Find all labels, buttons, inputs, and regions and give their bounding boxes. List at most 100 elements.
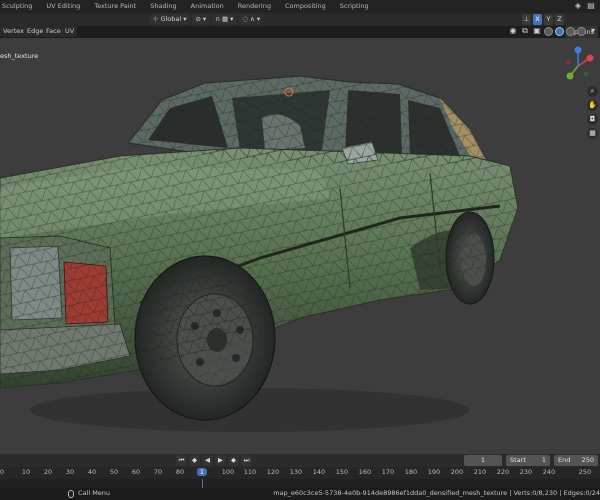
- zoom-icon[interactable]: ⌕: [587, 86, 598, 97]
- current-frame-field[interactable]: 1: [464, 455, 502, 466]
- snap-target-icon: ▦: [221, 15, 229, 23]
- menu-vertex[interactable]: Vertex: [0, 26, 27, 37]
- axis-toggle-x[interactable]: X: [533, 14, 542, 25]
- axis-toggle-left[interactable]: ⊥: [522, 14, 531, 25]
- tick-label: 80: [175, 468, 185, 476]
- 3d-viewport[interactable]: esh_texture ⌕ ✋ ◘ ▦: [0, 38, 600, 454]
- timeline-track[interactable]: [0, 479, 600, 488]
- chevron-down-icon: ▾: [202, 15, 207, 23]
- shading-material-button[interactable]: [566, 26, 575, 36]
- menu-face[interactable]: Face: [43, 26, 64, 37]
- tire-wireframe: [135, 256, 275, 420]
- axis-toggle-y[interactable]: Y: [544, 14, 553, 25]
- workspace-tabs-bar: Sculpting UV Editing Texture Paint Shadi…: [0, 0, 600, 13]
- tab-shading[interactable]: Shading: [143, 0, 183, 13]
- tick-label: 250: [578, 468, 592, 476]
- proportional-edit-toggle[interactable]: ◌ ∧ ▾: [239, 14, 264, 25]
- end-label: End: [558, 456, 571, 464]
- tick-label: 200: [450, 468, 464, 476]
- navigation-gizmo[interactable]: [560, 46, 596, 82]
- tab-compositing[interactable]: Compositing: [278, 0, 333, 13]
- jump-keyframe-forward-icon[interactable]: ◆: [228, 455, 239, 466]
- tick-label: 100: [221, 468, 235, 476]
- tick-label: 60: [131, 468, 141, 476]
- navigation-buttons: ⌕ ✋ ◘ ▦: [587, 86, 598, 139]
- camera-icon[interactable]: ◘: [587, 114, 598, 125]
- xray-icon[interactable]: ▣: [532, 26, 542, 36]
- gizmo-y-axis[interactable]: [566, 72, 574, 80]
- frame-ruler[interactable]: 0 10 20 30 40 50 60 70 80 1 100 110 120 …: [0, 467, 600, 479]
- tab-rendering[interactable]: Rendering: [231, 0, 278, 13]
- shading-rendered-button[interactable]: [577, 26, 586, 36]
- hand-icon[interactable]: ✋: [587, 100, 598, 111]
- start-value: 1: [541, 456, 546, 464]
- jump-keyframe-back-icon[interactable]: ◆: [189, 455, 200, 466]
- play-reverse-icon[interactable]: ◀: [202, 455, 213, 466]
- transform-orientation-label: Global: [160, 15, 182, 23]
- end-frame-field[interactable]: End 250: [554, 455, 598, 466]
- shading-solid-button[interactable]: [555, 26, 564, 36]
- tick-label: 220: [496, 468, 510, 476]
- proportional-edit-icon: ◌: [242, 15, 249, 23]
- tick-label: 150: [335, 468, 349, 476]
- selection-mode-bar: Vertex Edge Face UV ◉ ⧉ ▣ ▾: [0, 26, 600, 38]
- play-icon[interactable]: ▶: [215, 455, 226, 466]
- scene-icon[interactable]: ◈: [573, 1, 583, 11]
- tab-uv-editing[interactable]: UV Editing: [39, 0, 87, 13]
- viewport-shading-controls: ◉ ⧉ ▣ ▾: [508, 26, 598, 36]
- car-mesh[interactable]: [0, 38, 600, 454]
- falloff-icon: ∧: [250, 15, 255, 23]
- menu-uv[interactable]: UV: [62, 26, 78, 37]
- chevron-down-icon: ▾: [230, 15, 234, 23]
- tick-label: 130: [289, 468, 303, 476]
- axis-toggle-z[interactable]: Z: [555, 14, 564, 25]
- status-bar: Call Menu map_e60c3ce5-5738-4e0b-914de89…: [0, 488, 600, 500]
- gizmo-x-axis[interactable]: [586, 54, 594, 62]
- scene-statistics: map_e60c3ce5-5738-4e0b-914de8986ef1dda0_…: [273, 489, 600, 497]
- tick-label: 0: [0, 468, 5, 476]
- tab-scripting[interactable]: Scripting: [333, 0, 376, 13]
- jump-end-icon[interactable]: ⏭: [241, 455, 252, 466]
- topbar-right-icons: ◈ ▤: [573, 1, 596, 11]
- global-orientation-icon: ⊹: [153, 15, 159, 23]
- timeline-header: ⏮ ◆ ◀ ▶ ◆ ⏭ 1 Start 1 End 250: [0, 454, 600, 467]
- tab-sculpting[interactable]: Sculpting: [0, 0, 39, 13]
- playback-controls: ⏮ ◆ ◀ ▶ ◆ ⏭: [176, 455, 252, 466]
- tick-label: 50: [109, 468, 119, 476]
- tick-label: 20: [43, 468, 53, 476]
- view-layer-icon[interactable]: ▤: [586, 1, 596, 11]
- jump-start-icon[interactable]: ⏮: [176, 455, 187, 466]
- transform-orientation-dropdown[interactable]: ⊹ Global ▾: [150, 14, 190, 25]
- tick-label: 10: [21, 468, 31, 476]
- pivot-point-dropdown[interactable]: ⊘ ▾: [192, 14, 210, 25]
- start-label: Start: [510, 456, 526, 464]
- mirror-axis-toggles: ⊥ X Y Z: [522, 14, 564, 25]
- snap-toggle[interactable]: ∩ ▦ ▾: [212, 14, 237, 25]
- tick-label: 210: [473, 468, 487, 476]
- tick-label: 170: [381, 468, 395, 476]
- start-frame-field[interactable]: Start 1: [506, 455, 550, 466]
- tick-label: 180: [404, 468, 418, 476]
- pivot-icon: ⊘: [195, 15, 201, 23]
- tab-animation[interactable]: Animation: [184, 0, 231, 13]
- tick-label: 190: [427, 468, 441, 476]
- chevron-down-icon[interactable]: ▾: [588, 26, 598, 36]
- tick-label: 120: [266, 468, 280, 476]
- transform-controls: ⊹ Global ▾ ⊘ ▾ ∩ ▦ ▾ ◌ ∧ ▾: [150, 14, 264, 25]
- chevron-down-icon: ▾: [256, 15, 261, 23]
- tick-label: 30: [65, 468, 75, 476]
- overlay-icon[interactable]: ⧉: [520, 26, 530, 36]
- mouse-right-click-icon: [68, 490, 74, 498]
- tick-label: 160: [358, 468, 372, 476]
- current-frame-marker[interactable]: 1: [196, 468, 208, 476]
- shading-wireframe-button[interactable]: [544, 26, 553, 36]
- gizmo-z-axis[interactable]: [574, 46, 582, 54]
- end-value: 250: [581, 456, 594, 464]
- grid-icon[interactable]: ▦: [587, 128, 598, 139]
- visibility-icon[interactable]: ◉: [508, 26, 518, 36]
- magnet-icon: ∩: [215, 15, 220, 23]
- viewport-header: ⊹ Global ▾ ⊘ ▾ ∩ ▦ ▾ ◌ ∧ ▾ ⊥ X Y Z Optio…: [0, 13, 600, 38]
- tab-texture-paint[interactable]: Texture Paint: [87, 0, 143, 13]
- tick-label: 240: [542, 468, 556, 476]
- tick-label: 230: [519, 468, 533, 476]
